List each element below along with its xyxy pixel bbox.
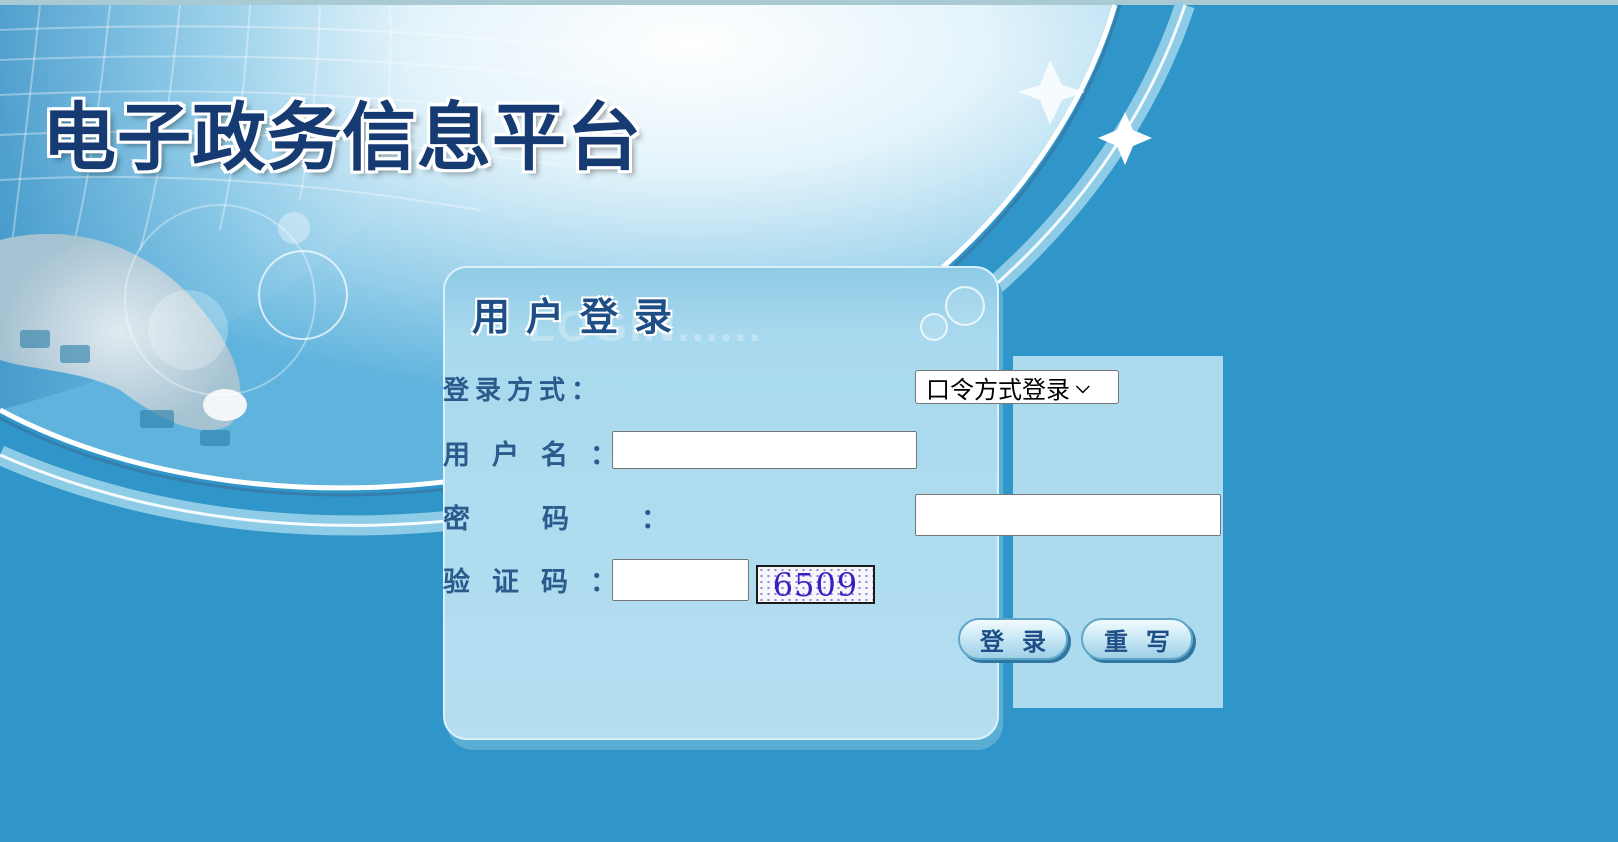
username-label: 用户名： [443, 440, 639, 471]
password-label: 密码： [443, 504, 740, 535]
captcha-label: 验证码： [443, 567, 639, 598]
reset-button[interactable]: 重写 [1081, 618, 1193, 660]
bubble-icon [945, 286, 985, 326]
bubble-icon [920, 313, 948, 341]
panel-heading: 用户登录 [472, 294, 689, 339]
captcha-image[interactable]: 6509 [756, 565, 875, 604]
username-input[interactable] [612, 431, 917, 469]
login-page: 电子政务信息平台 LOGIN...... 用户登录 登录方式： 口令方式登录 ⌵… [0, 0, 1618, 842]
chevron-down-icon: ⌵ [1076, 376, 1090, 398]
captcha-input[interactable] [612, 559, 749, 601]
login-method-value: 口令方式登录 [926, 375, 1070, 404]
login-method-select[interactable]: 口令方式登录 ⌵ [915, 370, 1119, 404]
login-method-label: 登录方式： [443, 376, 604, 406]
site-title: 电子政务信息平台 [42, 95, 642, 181]
login-button[interactable]: 登录 [958, 618, 1068, 660]
password-input[interactable] [915, 494, 1221, 536]
